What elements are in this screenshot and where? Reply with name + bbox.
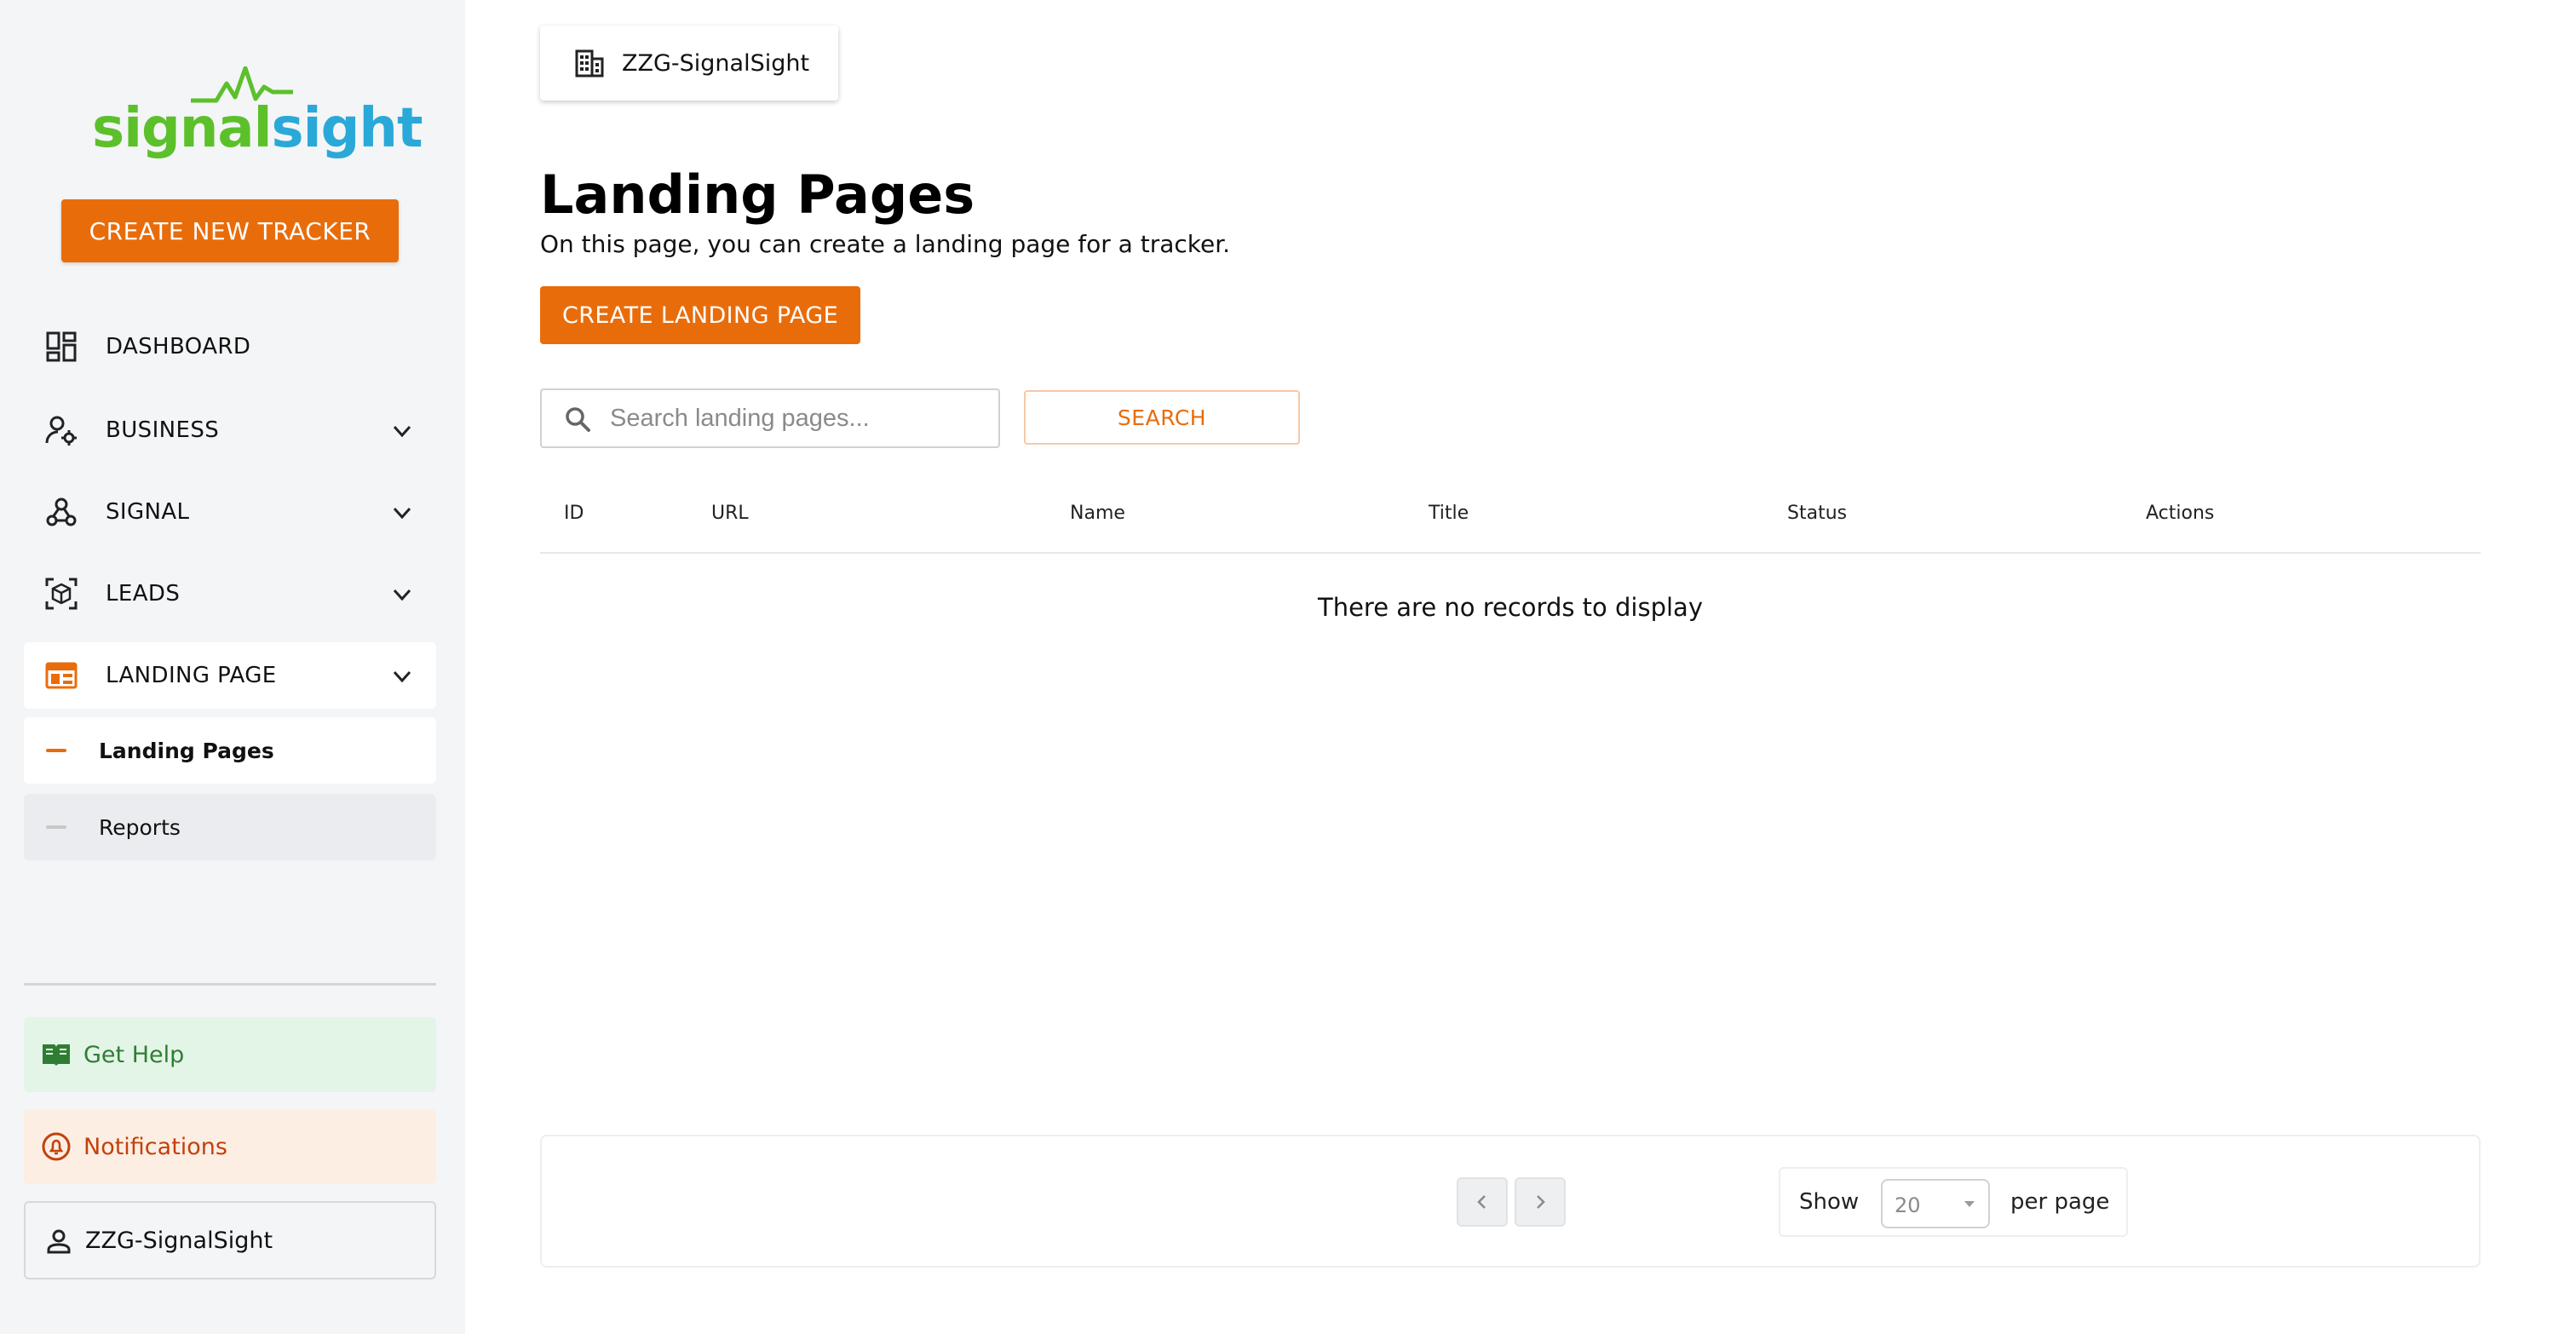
sidebar-item-label: BUSINESS <box>106 417 220 443</box>
active-dash-marker <box>46 749 66 752</box>
search-button[interactable]: SEARCH <box>1024 390 1300 445</box>
sidebar-subitem-label: Reports <box>99 814 181 840</box>
webhook-icon <box>46 497 77 526</box>
organization-name: ZZG-SignalSight <box>622 49 810 77</box>
column-header-title[interactable]: Title <box>1429 503 1469 524</box>
caret-down-icon <box>1964 1201 1975 1207</box>
chevron-down-icon[interactable] <box>390 583 414 607</box>
search-box[interactable] <box>540 388 1000 448</box>
empty-table-message: There are no records to display <box>1317 593 1703 622</box>
signalsight-logo[interactable]: signalsight <box>92 66 423 160</box>
sidebar-item-signal[interactable]: SIGNAL <box>24 479 436 545</box>
sidebar-subitem-label: Landing Pages <box>99 738 274 763</box>
search-input[interactable] <box>610 397 985 440</box>
column-header-actions[interactable]: Actions <box>2146 503 2214 524</box>
sidebar-item-landing-page[interactable]: LANDING PAGE <box>24 642 436 709</box>
chevron-down-icon[interactable] <box>390 664 414 688</box>
logo-wordmark-signal: signal <box>92 97 273 160</box>
page-title: Landing Pages <box>540 164 975 226</box>
table-header: ID URL Name Title Status Actions <box>540 482 2481 554</box>
search-icon <box>566 407 590 432</box>
per-page-label: per page <box>2010 1189 2110 1215</box>
scan-cube-icon <box>45 578 78 610</box>
per-page-control: Show 20 per page <box>1779 1167 2128 1237</box>
chevron-down-icon[interactable] <box>390 419 414 443</box>
per-page-select[interactable]: 20 <box>1881 1179 1990 1228</box>
user-gear-icon <box>45 416 77 446</box>
show-label: Show <box>1799 1189 1860 1215</box>
notifications-button[interactable]: Notifications <box>24 1109 436 1184</box>
landing-pages-table: ID URL Name Title Status Actions There a… <box>540 482 2481 622</box>
dash-marker <box>46 825 66 829</box>
bell-icon <box>42 1132 71 1161</box>
app-root: signalsight CREATE NEW TRACKER DASHBOARD… <box>0 0 2576 1334</box>
chevron-down-icon[interactable] <box>390 501 414 525</box>
column-header-url[interactable]: URL <box>711 503 749 524</box>
sidebar-subitem-reports[interactable]: Reports <box>24 794 436 860</box>
sidebar-item-label: DASHBOARD <box>106 334 251 359</box>
logo-wordmark-sight: sight <box>271 97 423 160</box>
column-header-name[interactable]: Name <box>1070 503 1125 524</box>
user-name-label: ZZG-SignalSight <box>85 1227 273 1254</box>
building-icon <box>575 49 604 78</box>
browser-window-icon <box>45 662 78 689</box>
create-new-tracker-button[interactable]: CREATE NEW TRACKER <box>61 199 399 262</box>
sidebar-subitem-landing-pages[interactable]: Landing Pages <box>24 717 436 784</box>
sidebar-item-label: SIGNAL <box>106 499 190 525</box>
sidebar-item-label: LEADS <box>106 581 181 607</box>
dashboard-icon <box>46 331 77 362</box>
book-icon <box>43 1044 70 1067</box>
chevron-right-icon <box>1537 1195 1545 1209</box>
get-help-label: Get Help <box>83 1041 185 1068</box>
sidebar: signalsight CREATE NEW TRACKER DASHBOARD… <box>0 0 465 1334</box>
previous-page-button[interactable] <box>1457 1177 1508 1227</box>
user-icon <box>47 1229 71 1254</box>
logo-wordmark: signalsight <box>92 97 423 160</box>
get-help-button[interactable]: Get Help <box>24 1017 436 1092</box>
sidebar-item-business[interactable]: BUSINESS <box>24 397 436 463</box>
chevron-left-icon <box>1477 1195 1486 1209</box>
sidebar-item-leads[interactable]: LEADS <box>24 561 436 627</box>
per-page-value: 20 <box>1895 1193 1921 1217</box>
user-account-button[interactable]: ZZG-SignalSight <box>24 1201 436 1279</box>
create-landing-page-button[interactable]: CREATE LANDING PAGE <box>540 286 860 344</box>
page-description: On this page, you can create a landing p… <box>540 230 1231 258</box>
next-page-button[interactable] <box>1515 1177 1566 1227</box>
column-header-status[interactable]: Status <box>1787 503 1847 524</box>
sidebar-item-label: LANDING PAGE <box>106 663 277 688</box>
notifications-label: Notifications <box>83 1133 227 1160</box>
organization-selector[interactable]: ZZG-SignalSight <box>540 26 838 101</box>
sidebar-item-dashboard[interactable]: DASHBOARD <box>24 313 436 380</box>
pagination-bar: Show 20 per page <box>540 1135 2481 1268</box>
column-header-id[interactable]: ID <box>564 503 584 524</box>
sidebar-divider <box>24 983 436 986</box>
